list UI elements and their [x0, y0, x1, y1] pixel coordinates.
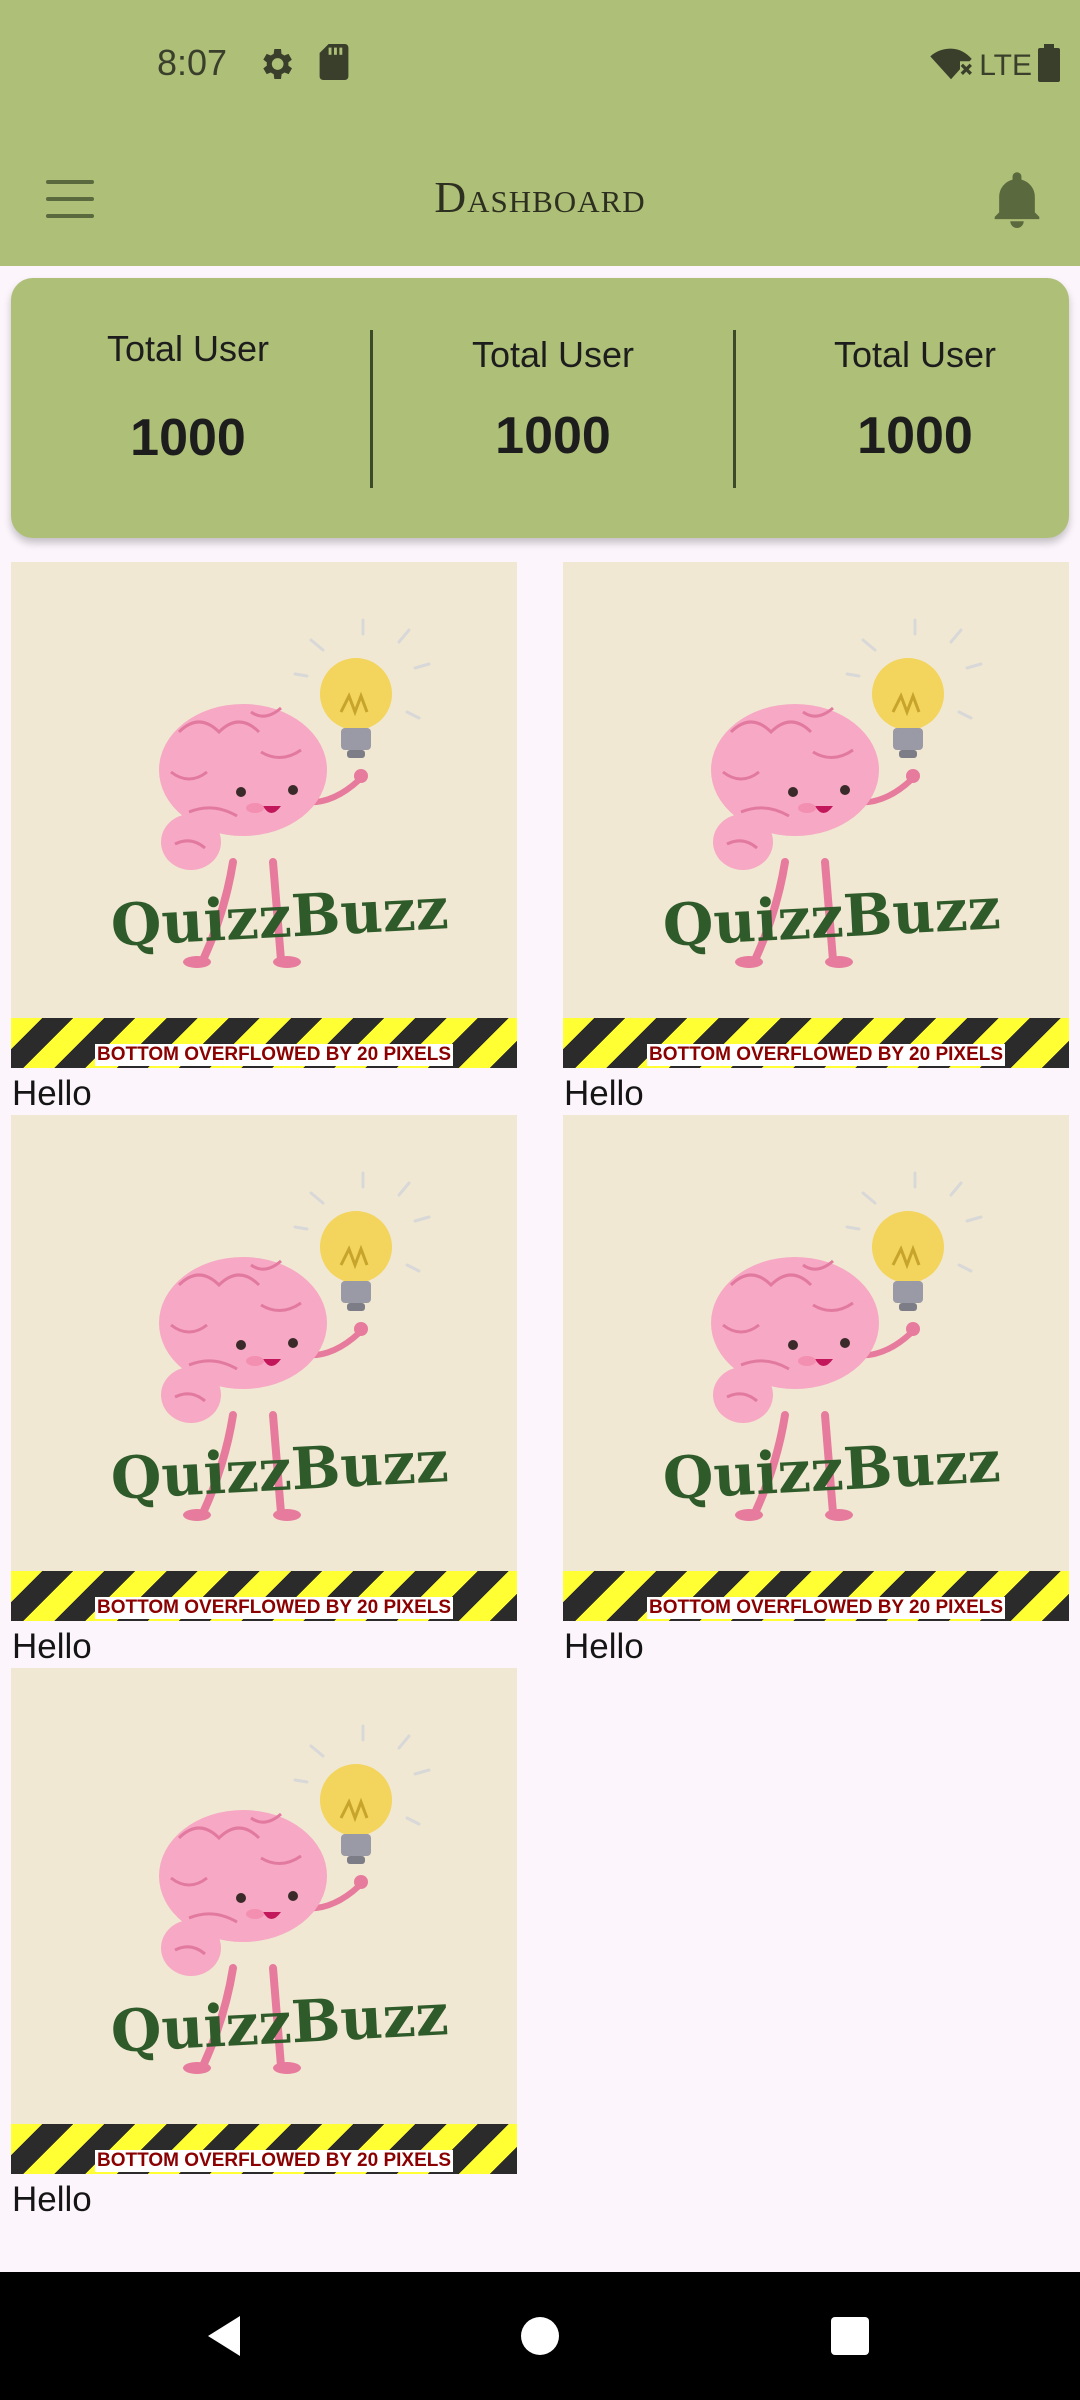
- top-app-bar: 8:07 LTE Dashboard: [0, 0, 1080, 266]
- bell-icon: [994, 172, 1040, 228]
- grid-tile[interactable]: QuizzBuzz BOTTOM OVERFLOWED BY 20 PIXELS…: [563, 562, 1069, 1114]
- stat-divider: [733, 330, 736, 488]
- tile-image[interactable]: QuizzBuzz BOTTOM OVERFLOWED BY 20 PIXELS: [563, 1115, 1069, 1621]
- brain-lightbulb-illustration: QuizzBuzz: [109, 562, 450, 1068]
- recents-button[interactable]: [830, 2316, 870, 2361]
- battery-icon: [1038, 44, 1060, 87]
- stat-value: 1000: [130, 409, 246, 467]
- stat-value: 1000: [857, 407, 973, 465]
- tile-caption: Hello: [12, 2180, 92, 2219]
- overflow-warning-text: BOTTOM OVERFLOWED BY 20 PIXELS: [95, 1597, 454, 1619]
- logo-text: QuizzBuzz: [109, 874, 450, 960]
- grid-tile[interactable]: QuizzBuzz BOTTOM OVERFLOWED BY 20 PIXELS…: [11, 562, 517, 1114]
- logo-text: QuizzBuzz: [109, 1427, 450, 1513]
- grid-tile[interactable]: QuizzBuzz BOTTOM OVERFLOWED BY 20 PIXELS…: [11, 1668, 517, 2220]
- notifications-button[interactable]: [990, 170, 1044, 233]
- tile-image[interactable]: QuizzBuzz BOTTOM OVERFLOWED BY 20 PIXELS: [563, 562, 1069, 1068]
- brain-lightbulb-illustration: QuizzBuzz: [661, 1115, 1002, 1621]
- system-navigation-bar: [0, 2272, 1080, 2400]
- tile-caption: Hello: [564, 1627, 644, 1666]
- overflow-warning-text: BOTTOM OVERFLOWED BY 20 PIXELS: [647, 1044, 1006, 1066]
- stats-card: Total User 1000 Total User 1000 Total Us…: [11, 278, 1069, 538]
- recents-icon: [831, 2317, 869, 2355]
- wifi-off-icon: [929, 45, 973, 86]
- overflow-warning-text: BOTTOM OVERFLOWED BY 20 PIXELS: [95, 2150, 454, 2172]
- grid-tile[interactable]: QuizzBuzz BOTTOM OVERFLOWED BY 20 PIXELS…: [563, 1115, 1069, 1667]
- brain-lightbulb-illustration: QuizzBuzz: [109, 1668, 450, 2174]
- stat-total-user-3: Total User 1000: [765, 334, 1065, 466]
- overflow-warning-text: BOTTOM OVERFLOWED BY 20 PIXELS: [95, 1044, 454, 1066]
- network-type: LTE: [979, 48, 1032, 82]
- back-icon: [208, 2316, 240, 2356]
- stat-label: Total User: [471, 334, 635, 375]
- tile-image[interactable]: QuizzBuzz BOTTOM OVERFLOWED BY 20 PIXELS: [11, 1115, 517, 1621]
- brain-lightbulb-illustration: QuizzBuzz: [109, 1115, 450, 1621]
- logo-text: QuizzBuzz: [661, 874, 1002, 960]
- grid-tile[interactable]: QuizzBuzz BOTTOM OVERFLOWED BY 20 PIXELS…: [11, 1115, 517, 1667]
- tile-caption: Hello: [12, 1074, 92, 1113]
- stat-total-user-2: Total User 1000: [403, 334, 703, 466]
- tile-caption: Hello: [564, 1074, 644, 1113]
- stat-divider: [370, 330, 373, 488]
- tile-image[interactable]: QuizzBuzz BOTTOM OVERFLOWED BY 20 PIXELS: [11, 562, 517, 1068]
- stat-label: Total User: [833, 334, 997, 375]
- home-button[interactable]: [520, 2316, 560, 2361]
- stat-label: Total User: [106, 328, 270, 369]
- settings-icon: [256, 44, 296, 89]
- sd-card-icon: [318, 44, 350, 85]
- overflow-warning-text: BOTTOM OVERFLOWED BY 20 PIXELS: [647, 1597, 1006, 1619]
- page-title: Dashboard: [434, 173, 646, 222]
- home-icon: [521, 2317, 559, 2355]
- brain-lightbulb-illustration: QuizzBuzz: [661, 562, 1002, 1068]
- tile-image[interactable]: QuizzBuzz BOTTOM OVERFLOWED BY 20 PIXELS: [11, 1668, 517, 2174]
- stat-total-user-1: Total User 1000: [38, 328, 338, 468]
- tile-caption: Hello: [12, 1627, 92, 1666]
- logo-text: QuizzBuzz: [661, 1427, 1002, 1513]
- status-time: 8:07: [157, 42, 228, 83]
- back-button[interactable]: [204, 2314, 244, 2363]
- stat-value: 1000: [495, 407, 611, 465]
- logo-text: QuizzBuzz: [109, 1980, 450, 2066]
